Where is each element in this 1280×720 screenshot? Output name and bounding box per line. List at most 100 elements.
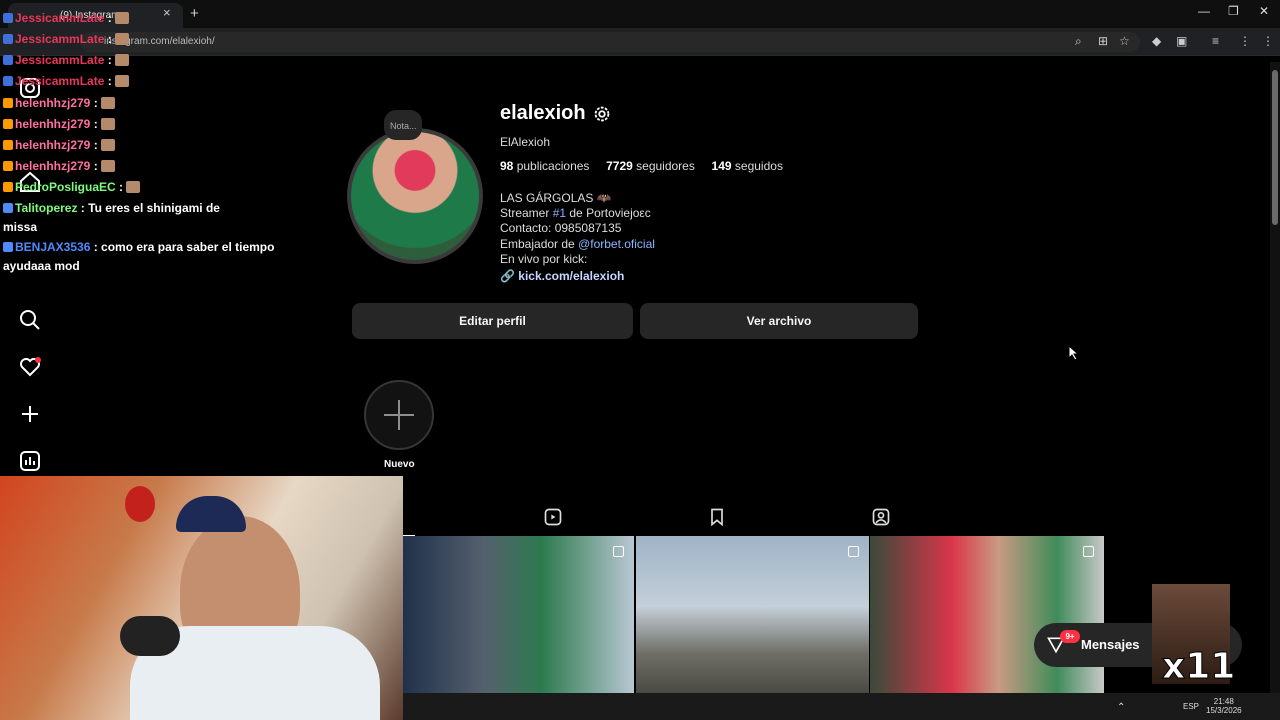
new-tab-button[interactable]: + bbox=[190, 5, 199, 22]
media-control-icon[interactable]: ≡ bbox=[1212, 34, 1219, 48]
chat-separator: : bbox=[90, 117, 102, 131]
chat-emote-icon bbox=[126, 181, 141, 193]
profile-link[interactable]: kick.com/elalexioh bbox=[518, 269, 624, 283]
chat-separator: : bbox=[104, 74, 116, 88]
profile-icon[interactable]: ⋮ bbox=[1239, 34, 1251, 48]
microphone bbox=[120, 616, 180, 656]
chat-emote-icon bbox=[101, 160, 116, 172]
install-icon[interactable]: ⊞ bbox=[1098, 34, 1108, 48]
chat-message: JessicammLate : bbox=[3, 32, 130, 46]
carousel-icon bbox=[1083, 546, 1094, 557]
chat-badge-icon bbox=[3, 13, 13, 23]
mention-link[interactable]: @forbet.oficial bbox=[578, 237, 655, 251]
tray-chevron-icon[interactable]: ⌃ bbox=[1117, 702, 1125, 713]
chat-message: JessicammLate : bbox=[3, 74, 130, 88]
chat-badge-icon bbox=[3, 182, 13, 192]
webcam-overlay bbox=[0, 476, 403, 720]
chat-username: JessicammLate bbox=[15, 74, 105, 88]
chat-separator: : bbox=[90, 159, 102, 173]
chat-text: ayudaaa mod bbox=[3, 259, 80, 273]
chat-separator: : bbox=[104, 32, 116, 46]
bookmark-star-icon[interactable]: ☆ bbox=[1119, 34, 1130, 48]
chat-text: Tu eres el shinigami de bbox=[88, 201, 220, 215]
chat-emote-icon bbox=[115, 12, 130, 24]
messages-label: Mensajes bbox=[1081, 637, 1140, 652]
mouse-cursor-icon bbox=[1068, 345, 1080, 361]
close-window-button[interactable]: ✕ bbox=[1259, 4, 1269, 18]
chat-username: JessicammLate bbox=[15, 53, 105, 67]
chat-message: Talitoperez : Tu eres el shinigami de bbox=[3, 201, 220, 215]
menu-icon[interactable]: ⋮ bbox=[1262, 34, 1274, 48]
bio-line: LAS GÁRGOLAS 🦇 bbox=[500, 191, 612, 205]
messages-badge: 9+ bbox=[1060, 630, 1080, 643]
chat-username: PedroPosliguaEC bbox=[15, 180, 116, 194]
minimize-button[interactable]: — bbox=[1198, 4, 1210, 18]
chat-badge-icon bbox=[3, 242, 13, 252]
post-thumbnail[interactable] bbox=[870, 536, 1104, 693]
post-thumbnail[interactable] bbox=[636, 536, 869, 693]
stats-icon[interactable] bbox=[18, 449, 42, 473]
language-indicator[interactable]: ESP bbox=[1183, 702, 1199, 711]
streamer-cap bbox=[176, 496, 246, 532]
plus-icon[interactable] bbox=[18, 402, 42, 426]
followers-stat[interactable]: 7729 seguidores bbox=[606, 159, 695, 173]
chat-username: helenhhzj279 bbox=[15, 96, 91, 110]
chat-text: como era para saber el tiempo bbox=[101, 240, 275, 254]
tab-close-icon[interactable]: × bbox=[163, 5, 171, 20]
clock[interactable]: 21:48 15/3/2026 bbox=[1206, 697, 1242, 715]
chat-badge-icon bbox=[3, 55, 13, 65]
taskbar bbox=[403, 693, 1280, 720]
note-text: Nota... bbox=[390, 121, 417, 131]
note-bubble[interactable]: Nota... bbox=[384, 110, 422, 140]
chat-message: ayudaaa mod bbox=[3, 259, 80, 273]
chat-username: helenhhzj279 bbox=[15, 138, 91, 152]
new-highlight-button[interactable] bbox=[364, 380, 434, 450]
reels-tab-icon[interactable] bbox=[543, 507, 563, 527]
posts-stat: 98 publicaciones bbox=[500, 159, 590, 173]
profile-full-name: ElAlexioh bbox=[500, 135, 551, 149]
chat-badge-icon bbox=[3, 119, 13, 129]
chat-message: missa bbox=[3, 220, 37, 234]
chat-emote-icon bbox=[115, 54, 130, 66]
chat-username: Talitoperez bbox=[15, 201, 78, 215]
chat-separator: : bbox=[90, 240, 102, 254]
tagged-tab-icon[interactable] bbox=[871, 507, 891, 527]
search-icon[interactable] bbox=[18, 308, 42, 332]
profile-avatar-ring[interactable] bbox=[347, 128, 483, 264]
chat-message: BENJAX3536 : como era para saber el tiem… bbox=[3, 240, 274, 254]
chat-emote-icon bbox=[115, 75, 130, 87]
chat-username: helenhhzj279 bbox=[15, 159, 91, 173]
extension-diamond-icon[interactable]: ◆ bbox=[1152, 34, 1161, 48]
heart-icon[interactable] bbox=[18, 355, 42, 379]
zoom-icon[interactable]: ⌕ bbox=[1075, 34, 1082, 49]
scrollbar-thumb[interactable] bbox=[1272, 70, 1278, 225]
restore-button[interactable]: ❐ bbox=[1228, 4, 1239, 18]
profile-bio: LAS GÁRGOLAS 🦇 Streamer #1 de Portoviejo… bbox=[500, 191, 655, 284]
chat-emote-icon bbox=[115, 33, 130, 45]
chat-message: JessicammLate : bbox=[3, 53, 130, 67]
edit-profile-button[interactable]: Editar perfil bbox=[352, 303, 633, 339]
bio-link-row[interactable]: 🔗 kick.com/elalexioh bbox=[500, 269, 655, 284]
chat-badge-icon bbox=[3, 34, 13, 44]
carousel-icon bbox=[613, 546, 624, 557]
chat-badge-icon bbox=[3, 98, 13, 108]
view-archive-button[interactable]: Ver archivo bbox=[640, 303, 918, 339]
chat-message: PedroPosliguaEC : bbox=[3, 180, 141, 194]
chat-separator: : bbox=[77, 201, 89, 215]
hashtag-link[interactable]: #1 bbox=[553, 206, 566, 220]
saved-tab-icon[interactable] bbox=[707, 507, 727, 527]
chat-message: helenhhzj279 : bbox=[3, 138, 116, 152]
chat-separator: : bbox=[104, 11, 116, 25]
chat-separator: : bbox=[104, 53, 116, 67]
profile-stats: 98 publicaciones 7729 seguidores 149 seg… bbox=[500, 159, 783, 173]
bio-line: Embajador de @forbet.oficial bbox=[500, 236, 655, 251]
post-thumbnail[interactable] bbox=[403, 536, 634, 693]
extensions-puzzle-icon[interactable]: ▣ bbox=[1176, 34, 1187, 48]
chat-message: JessicammLate : bbox=[3, 11, 130, 25]
chat-text: missa bbox=[3, 220, 38, 234]
url-field[interactable]: instagram.com/elalexioh/ bbox=[80, 32, 1140, 52]
following-stat[interactable]: 149 seguidos bbox=[712, 159, 783, 173]
chat-username: helenhhzj279 bbox=[15, 117, 91, 131]
gear-icon[interactable] bbox=[591, 103, 613, 125]
avatar bbox=[351, 132, 479, 260]
